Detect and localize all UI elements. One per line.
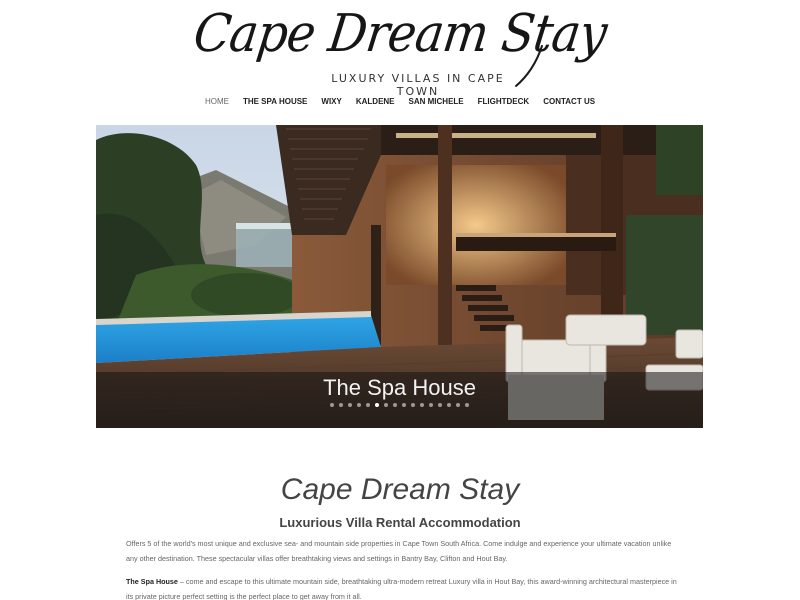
page-subtitle: Luxurious Villa Rental Accommodation <box>279 515 521 530</box>
slider-dot[interactable] <box>375 403 379 407</box>
nav-item-flightdeck[interactable]: FLIGHTDECK <box>478 97 530 106</box>
slider-dot[interactable] <box>420 403 424 407</box>
logo-tagline: LUXURY VILLAS IN CAPE TOWN <box>331 72 505 98</box>
slider-dot[interactable] <box>339 403 343 407</box>
slider-dot[interactable] <box>366 403 370 407</box>
nav-item-wixy[interactable]: WIXY <box>321 97 341 106</box>
slider-dot[interactable] <box>429 403 433 407</box>
nav-item-the-spa-house[interactable]: THE SPA HOUSE <box>243 97 307 106</box>
spa-house-description: – come and escape to this ultimate mount… <box>126 577 677 600</box>
intro-paragraph: Offers 5 of the world's most unique and … <box>126 539 672 563</box>
logo-swash-icon <box>515 45 543 87</box>
spa-house-link[interactable]: The Spa House <box>126 577 178 586</box>
logo-script-text: Cape Dream Stay <box>190 4 610 64</box>
slider-dot[interactable] <box>330 403 334 407</box>
nav-item-san-michele[interactable]: SAN MICHELE <box>409 97 464 106</box>
nav-item-home[interactable]: HOME <box>205 97 229 106</box>
slider-dot[interactable] <box>465 403 469 407</box>
slider-dot[interactable] <box>438 403 442 407</box>
slider-dot[interactable] <box>393 403 397 407</box>
spa-house-paragraph: The Spa House – come and escape to this … <box>126 574 678 600</box>
slider-dot[interactable] <box>357 403 361 407</box>
slider-dot[interactable] <box>411 403 415 407</box>
nav-item-kaldene[interactable]: KALDENE <box>356 97 395 106</box>
slider-caption[interactable]: The Spa House <box>96 372 703 402</box>
slider-pagination <box>96 403 703 407</box>
slider-dot[interactable] <box>447 403 451 407</box>
slider-dot[interactable] <box>348 403 352 407</box>
site-logo[interactable]: Cape Dream Stay LUXURY VILLAS IN CAPE TO… <box>0 0 800 98</box>
page-title: Cape Dream Stay <box>280 473 520 506</box>
main-nav: HOME THE SPA HOUSE WIXY KALDENE SAN MICH… <box>0 97 800 106</box>
nav-item-contact-us[interactable]: CONTACT US <box>543 97 595 106</box>
slider-dot[interactable] <box>456 403 460 407</box>
hero-slider[interactable]: The Spa House <box>96 125 703 428</box>
slider-dot[interactable] <box>402 403 406 407</box>
slider-dot[interactable] <box>384 403 388 407</box>
